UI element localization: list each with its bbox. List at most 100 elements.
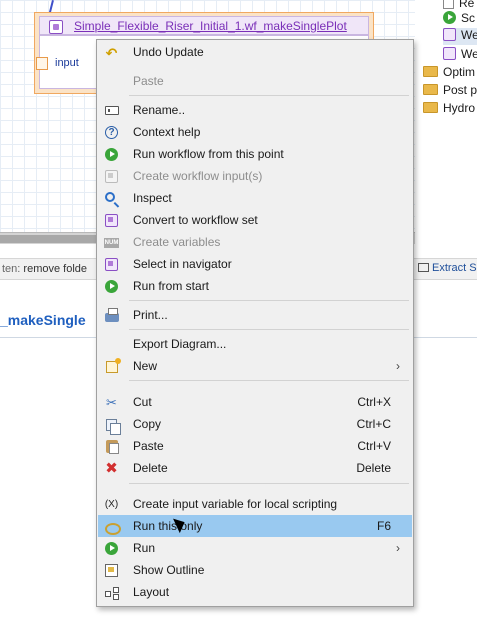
chevron-right-icon: › <box>396 541 400 555</box>
extract-label: Extract S <box>432 262 477 274</box>
menu-item-shortcut: Ctrl+X <box>357 395 391 409</box>
menu-item-print[interactable]: Print... <box>98 304 412 326</box>
menu-item-label: Delete <box>133 461 168 475</box>
tree-item-label: We <box>461 47 477 61</box>
menu-item-label: Paste <box>133 439 164 453</box>
menu-item-rename[interactable]: Rename.. <box>98 99 412 121</box>
menu-separator <box>129 483 409 484</box>
menu-item-label: Create variables <box>133 235 221 249</box>
menu-item-context-help[interactable]: ? Context help <box>98 121 412 143</box>
variable-icon-text: (X) <box>104 498 119 510</box>
menu-item-inspect[interactable]: Inspect <box>98 187 412 209</box>
tree-item[interactable]: Sc <box>443 11 475 28</box>
run-icon <box>104 279 119 294</box>
menu-item-label: Rename.. <box>133 103 186 117</box>
variable-icon: (X) <box>104 497 119 512</box>
folder-icon <box>423 84 438 95</box>
tree-folder[interactable]: Post p <box>423 83 477 100</box>
tree-folder[interactable]: Optim <box>423 65 475 82</box>
menu-item-label: Inspect <box>133 191 172 205</box>
menu-item-shortcut: F6 <box>376 519 391 533</box>
tree-item-label: We <box>461 28 477 42</box>
num-icon: NUM <box>104 237 119 248</box>
menu-item-create-workflow-inputs: Create workflow input(s) <box>98 165 412 187</box>
navigator-tree: Re Sc We We Optim Post p Hydro <box>415 0 477 125</box>
paste-icon <box>104 439 119 454</box>
menu-item-label: Export Diagram... <box>133 337 227 351</box>
menu-item-label: Run from start <box>133 279 210 293</box>
menu-item-show-outline[interactable]: Show Outline <box>98 559 412 581</box>
tree-item-label: Sc <box>461 11 476 25</box>
menu-item-select-in-navigator[interactable]: Select in navigator <box>98 253 412 275</box>
menu-item-label: Run workflow from this point <box>133 147 284 161</box>
workflow-icon <box>443 28 456 41</box>
status-prefix: ten: <box>2 263 21 275</box>
workflow-icon <box>49 20 63 34</box>
menu-item-convert-to-workflow-set[interactable]: Convert to workflow set <box>98 209 412 231</box>
menu-item-delete[interactable]: ✖ Delete Delete <box>98 457 412 479</box>
menu-item-label: Context help <box>133 125 201 139</box>
menu-item-shortcut: Ctrl+V <box>357 439 391 453</box>
menu-item-label: Create workflow input(s) <box>133 169 263 183</box>
outline-icon <box>104 563 119 578</box>
tree-folder[interactable]: Hydro <box>423 101 475 118</box>
menu-item-paste-disabled: Paste <box>98 70 412 92</box>
menu-item-label: Select in navigator <box>133 257 232 271</box>
menu-item-run[interactable]: Run › <box>98 537 412 559</box>
menu-item-label: Undo Update <box>133 45 204 59</box>
menu-item-label: Show Outline <box>133 563 205 577</box>
chevron-right-icon: › <box>396 359 400 373</box>
run-icon <box>104 541 119 556</box>
copy-icon <box>104 417 121 435</box>
input-port-label: input <box>55 57 79 69</box>
run-icon <box>104 147 119 162</box>
run-this-icon <box>104 519 121 535</box>
menu-item-label: Run this only <box>133 519 203 533</box>
extract-button[interactable]: Extract S <box>412 258 477 280</box>
tree-item[interactable]: We <box>443 47 477 64</box>
editor-tab-title[interactable]: _makeSingle <box>0 312 86 328</box>
menu-item-layout[interactable]: Layout <box>98 581 412 603</box>
search-icon <box>104 191 119 206</box>
menu-item-label: Layout <box>133 585 170 599</box>
print-icon <box>104 307 119 323</box>
menu-item-create-input-variable[interactable]: (X) Create input variable for local scri… <box>98 493 412 515</box>
menu-item-label: New <box>133 359 158 373</box>
workflow-icon <box>104 213 119 228</box>
menu-item-paste[interactable]: Paste Ctrl+V <box>98 435 412 457</box>
run-icon <box>443 11 456 24</box>
status-bar: ten: remove folde <box>0 258 100 280</box>
help-icon: ? <box>104 125 119 140</box>
status-text: remove folde <box>23 263 88 275</box>
doc-icon <box>443 0 454 9</box>
menu-item-undo-update[interactable]: ↶ Undo Update <box>98 41 412 63</box>
workflow-node-title: Simple_Flexible_Riser_Initial_1.wf_makeS… <box>74 19 347 33</box>
layout-icon <box>104 585 119 600</box>
workflow-node-header: Simple_Flexible_Riser_Initial_1.wf_makeS… <box>39 16 369 35</box>
menu-separator <box>129 95 409 96</box>
tree-item[interactable]: We <box>443 28 477 45</box>
menu-item-label: Paste <box>133 74 164 88</box>
menu-item-cut[interactable]: ✂ Cut Ctrl+X <box>98 391 412 413</box>
tree-item-label: Optim <box>443 65 476 79</box>
menu-item-run-this-only[interactable]: Run this only F6 <box>98 515 412 537</box>
menu-item-label: Run <box>133 541 156 555</box>
scrollbar-thumb[interactable] <box>0 235 97 243</box>
menu-item-label: Cut <box>133 395 152 409</box>
tree-item-label: Hydro <box>443 101 476 115</box>
new-icon <box>104 357 121 374</box>
menu-item-run-workflow-from-point[interactable]: Run workflow from this point <box>98 143 412 165</box>
folder-icon <box>423 102 438 113</box>
menu-item-shortcut: Ctrl+C <box>356 417 391 431</box>
folder-icon <box>423 66 438 77</box>
menu-item-label: Convert to workflow set <box>133 213 258 227</box>
rename-icon <box>104 103 119 118</box>
input-port[interactable] <box>36 57 48 70</box>
context-menu: ↶ Undo Update Paste Rename.. ? Context h… <box>96 39 414 607</box>
menu-item-label: Print... <box>133 308 168 322</box>
workflow-icon <box>104 257 119 272</box>
menu-item-run-from-start[interactable]: Run from start <box>98 275 412 297</box>
menu-item-copy[interactable]: Copy Ctrl+C <box>98 413 412 435</box>
menu-item-export-diagram[interactable]: Export Diagram... <box>98 333 412 355</box>
menu-item-new[interactable]: New › <box>98 355 412 377</box>
